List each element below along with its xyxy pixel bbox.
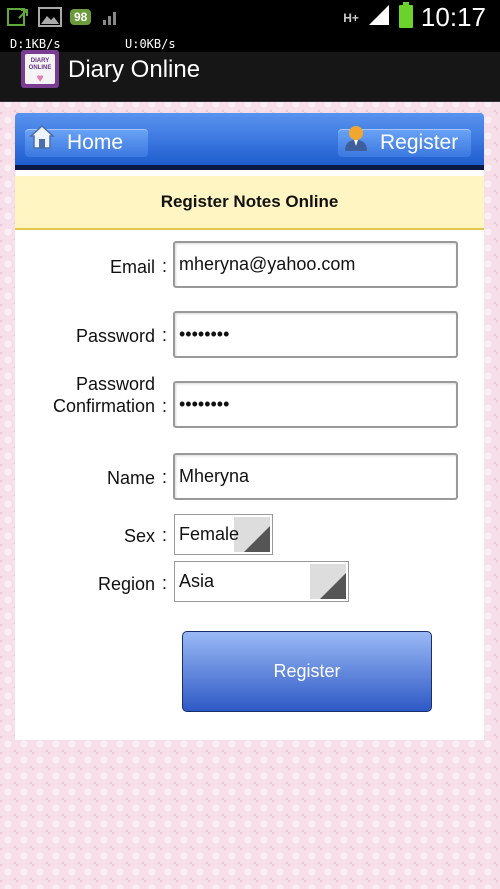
signal-icon xyxy=(367,3,391,32)
home-icon xyxy=(29,124,55,150)
password-label: Password xyxy=(75,326,155,346)
colon: : xyxy=(162,256,168,276)
sex-select[interactable]: Female xyxy=(174,514,273,555)
dropdown-arrow-icon xyxy=(320,573,346,599)
download-speed: D:1KB/s xyxy=(10,37,61,51)
register-nav-button[interactable]: Register xyxy=(338,126,471,157)
region-value: Asia xyxy=(179,571,215,591)
name-field[interactable]: Mheryna xyxy=(173,453,458,500)
colon: : xyxy=(162,525,168,545)
password-confirmation-label-line1: Password xyxy=(75,374,155,394)
network-type: H+ xyxy=(343,10,359,25)
sex-label: Sex xyxy=(123,526,155,546)
colon: : xyxy=(162,396,168,416)
home-label: Home xyxy=(67,131,124,154)
password-confirmation-label-line2: Confirmation xyxy=(52,396,155,416)
download-icon xyxy=(6,6,30,28)
app-title: Diary Online xyxy=(68,56,201,83)
password-confirmation-label: Password Confirmation xyxy=(53,373,155,417)
upload-speed: U:0KB/s xyxy=(125,37,176,51)
colon: : xyxy=(162,467,168,487)
clock: 10:17 xyxy=(420,2,486,32)
heart-icon: ♥ xyxy=(36,71,44,85)
app-logo: DIARY ONLINE ♥ xyxy=(21,50,59,88)
name-label: Name xyxy=(106,468,155,488)
image-icon xyxy=(38,6,62,28)
email-field[interactable]: mheryna@yahoo.com xyxy=(173,241,458,288)
user-icon xyxy=(342,124,368,151)
dropdown-arrow-icon xyxy=(244,526,270,552)
net-speed: D:1KB/s U:0KB/s xyxy=(0,36,500,52)
sex-value: Female xyxy=(179,524,240,544)
region-select[interactable]: Asia xyxy=(174,561,349,602)
register-nav-label: Register xyxy=(380,131,459,154)
status-bar: 98 H+ 10:17 xyxy=(0,0,500,36)
signal-small-icon xyxy=(99,6,123,28)
form-header: Register Notes Online xyxy=(15,176,484,230)
password-confirmation-field[interactable]: •••••••• xyxy=(173,381,458,428)
register-button[interactable]: Register xyxy=(182,631,432,712)
battery-icon xyxy=(398,2,413,33)
notification-badge: 98 xyxy=(70,9,92,25)
email-label: Email xyxy=(109,257,155,277)
home-button[interactable]: Home xyxy=(25,124,148,157)
colon: : xyxy=(162,573,168,593)
colon: : xyxy=(162,325,168,345)
region-label: Region xyxy=(97,574,155,594)
password-field[interactable]: •••••••• xyxy=(173,311,458,358)
logo-text: DIARY ONLINE xyxy=(28,58,52,71)
